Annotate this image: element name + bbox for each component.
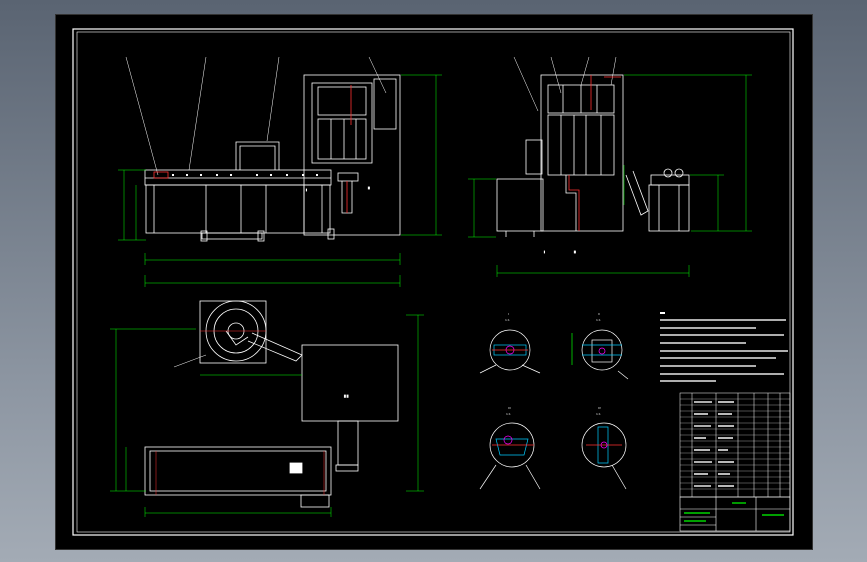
svg-text:I: I <box>306 188 307 192</box>
svg-text:1:1: 1:1 <box>596 318 601 322</box>
svg-text:IV: IV <box>598 406 602 410</box>
detail-I: I 1:1 <box>479 312 541 374</box>
technical-notes <box>660 312 788 382</box>
detail-III: III 1:1 <box>479 406 541 490</box>
title-block <box>679 496 791 532</box>
svg-text:III: III <box>508 406 511 410</box>
drawing-sheet: I II I II ▮ ▮ I 1:1 II 1:1 III 1:1 IV 1:… <box>55 14 813 550</box>
parts-list-rows <box>680 398 790 490</box>
detail-II: II 1:1 <box>571 312 629 380</box>
front-view: I II <box>125 56 401 242</box>
svg-text:II: II <box>598 312 600 316</box>
top-view: ▮ ▮ <box>144 300 399 508</box>
parts-list <box>679 392 791 498</box>
cad-drawing: I II I II ▮ ▮ I 1:1 II 1:1 III 1:1 IV 1:… <box>72 28 794 536</box>
parts-list-text <box>694 401 734 487</box>
front-view-dimensions <box>118 74 442 287</box>
detail-views: I 1:1 II 1:1 III 1:1 IV 1:1 <box>479 312 629 490</box>
side-view-dimensions <box>468 74 752 277</box>
detail-IV: IV 1:1 <box>581 406 627 490</box>
svg-text:II: II <box>574 250 576 254</box>
svg-text:1:1: 1:1 <box>505 318 510 322</box>
svg-text:I: I <box>544 250 545 254</box>
inner-frame <box>76 31 791 533</box>
svg-text:▮ ▮: ▮ ▮ <box>344 394 349 398</box>
side-view: I II <box>496 56 690 254</box>
svg-text:II: II <box>368 186 370 190</box>
svg-text:I: I <box>508 312 509 316</box>
svg-text:1:1: 1:1 <box>596 412 601 416</box>
svg-text:1:1: 1:1 <box>506 412 511 416</box>
